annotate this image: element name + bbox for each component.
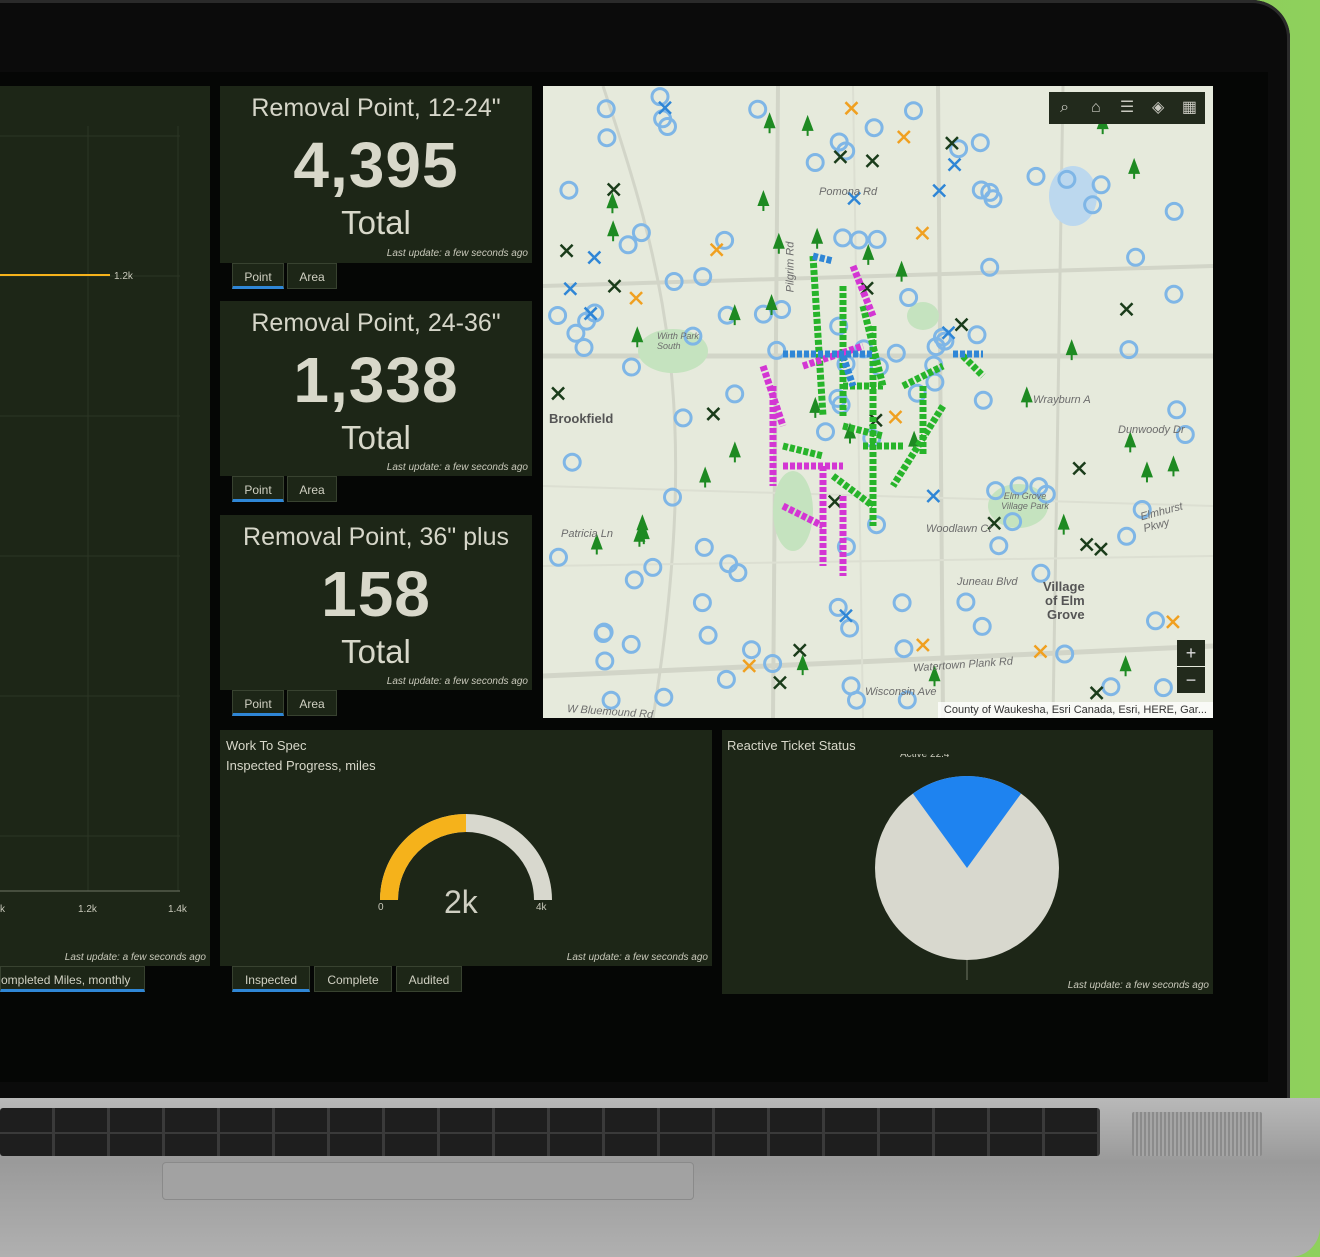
kpi-value: 4,395 bbox=[293, 129, 459, 201]
gauge-max-label: 4k bbox=[536, 902, 547, 913]
last-update-text: Last update: a few seconds ago bbox=[1067, 980, 1209, 991]
kpi-value: 1,338 bbox=[293, 344, 459, 416]
tab-point[interactable]: Point bbox=[232, 476, 284, 502]
tab-audited[interactable]: Audited bbox=[396, 966, 462, 992]
last-update-text: Last update: a few seconds ago bbox=[386, 462, 528, 473]
layers-icon[interactable]: ◈ bbox=[1143, 92, 1174, 124]
basemap-icon[interactable]: ▦ bbox=[1174, 92, 1205, 124]
map-label-woodlawn: Woodlawn Ct bbox=[926, 523, 992, 535]
tab-point[interactable]: Point bbox=[232, 263, 284, 289]
gauge-min-label: 0 bbox=[378, 902, 384, 913]
kpi-title: Removal Point, 36" plus bbox=[243, 523, 509, 551]
kpi-card-36-plus: Removal Point, 36" plus 158 Total Last u… bbox=[220, 515, 532, 690]
kpi-card-12-24: Removal Point, 12-24" 4,395 Total Last u… bbox=[220, 86, 532, 263]
map-attribution[interactable]: County of Waukesha, Esri Canada, Esri, H… bbox=[937, 702, 1213, 718]
kpi-title: Removal Point, 24-36" bbox=[251, 309, 501, 337]
map-toolbar: ⌕ ⌂ ☰ ◈ ▦ bbox=[1049, 92, 1205, 124]
tab-complete[interactable]: Complete bbox=[314, 966, 392, 992]
kpi-unit: Total bbox=[341, 633, 411, 670]
progress-gauge bbox=[380, 814, 552, 901]
last-update-text: Last update: a few seconds ago bbox=[566, 952, 708, 963]
x-tick-label: 1.2k bbox=[78, 904, 97, 915]
completed-miles-panel: 1.2k k 1.2k 1.4k Last update: a few seco… bbox=[0, 86, 210, 966]
last-update-text: Last update: a few seconds ago bbox=[386, 248, 528, 259]
gauge-value: 2k bbox=[444, 884, 478, 920]
map-label-pilgrim: Pilgrim Rd bbox=[784, 241, 797, 293]
tab-area[interactable]: Area bbox=[287, 263, 337, 289]
map-view[interactable]: Brookfield Village of Elm Grove Pomona R… bbox=[543, 86, 1213, 718]
x-tick-label: k bbox=[0, 904, 5, 915]
kpi-unit: Total bbox=[341, 419, 411, 456]
list-icon[interactable]: ☰ bbox=[1111, 92, 1142, 124]
last-update-text: Last update: a few seconds ago bbox=[64, 952, 206, 963]
speaker-grille bbox=[1132, 1112, 1262, 1156]
tab-inspected[interactable]: Inspected bbox=[232, 966, 310, 992]
map-label-wrayburn: Wrayburn A bbox=[1033, 394, 1091, 406]
reference-line-label: 1.2k bbox=[114, 271, 133, 282]
map-label-pomona: Pomona Rd bbox=[819, 186, 878, 198]
zoom-out-button[interactable]: − bbox=[1177, 667, 1205, 693]
map-label-wisconsin: Wisconsin Ave bbox=[865, 686, 937, 698]
kpi-value: 158 bbox=[321, 558, 431, 630]
home-icon[interactable]: ⌂ bbox=[1080, 92, 1111, 124]
kpi-card-24-36: Removal Point, 24-36" 1,338 Total Last u… bbox=[220, 301, 532, 476]
pie-chart bbox=[875, 776, 1059, 980]
work-to-spec-panel: Work To Spec Inspected Progress, miles 2… bbox=[220, 730, 712, 966]
zoom-in-button[interactable]: + bbox=[1177, 640, 1205, 666]
map-label-village: Village bbox=[1043, 579, 1085, 594]
kpi-unit: Total bbox=[341, 204, 411, 241]
map-label-wirth: Wirth Park South bbox=[657, 331, 699, 351]
map-label-patricia: Patricia Ln bbox=[561, 528, 613, 540]
search-icon[interactable]: ⌕ bbox=[1049, 92, 1080, 124]
trackpad bbox=[162, 1162, 694, 1200]
tab-area[interactable]: Area bbox=[287, 476, 337, 502]
tab-completed-miles-monthly[interactable]: ompleted Miles, monthly bbox=[0, 966, 145, 992]
map-canvas[interactable] bbox=[543, 86, 1213, 718]
map-label-park: Elm Grove Village Park bbox=[1001, 491, 1049, 511]
keyboard bbox=[0, 1108, 1100, 1156]
map-label-dunwoody: Dunwoody Dr bbox=[1118, 424, 1185, 436]
last-update-text: Last update: a few seconds ago bbox=[386, 676, 528, 687]
map-label-of-elm: of Elm bbox=[1045, 593, 1085, 608]
kpi-title: Removal Point, 12-24" bbox=[251, 94, 501, 122]
map-label-brookfield: Brookfield bbox=[549, 411, 614, 426]
reactive-ticket-status-panel: Reactive Ticket Status Active 22.4 Last … bbox=[722, 730, 1213, 994]
x-tick-label: 1.4k bbox=[168, 904, 187, 915]
map-label-juneau: Juneau Blvd bbox=[957, 576, 1018, 588]
tab-area[interactable]: Area bbox=[287, 690, 337, 716]
map-label-grove: Grove bbox=[1047, 607, 1085, 622]
completed-miles-chart bbox=[0, 126, 180, 892]
tab-point[interactable]: Point bbox=[232, 690, 284, 716]
